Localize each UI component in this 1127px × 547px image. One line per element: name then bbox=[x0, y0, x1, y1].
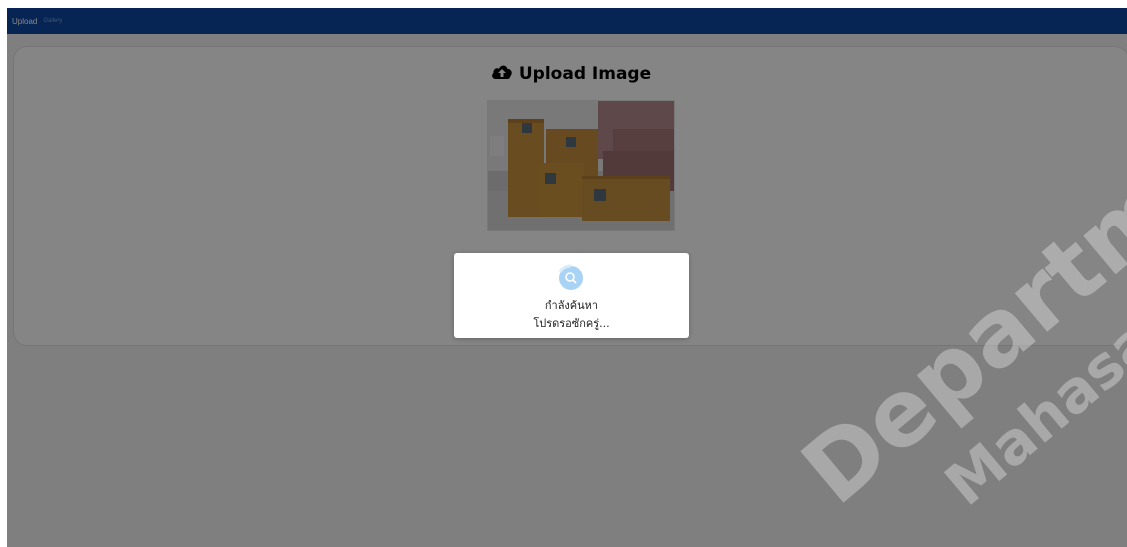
loading-dialog: กำลังค้นหา โปรดรอซักครู่... bbox=[454, 253, 689, 338]
loading-subtitle: โปรดรอซักครู่... bbox=[533, 317, 610, 330]
app-window: Upload Gallery Upload Image กำลังค้นหา โ… bbox=[7, 8, 1127, 547]
loading-title: กำลังค้นหา bbox=[544, 299, 599, 312]
search-spinner-icon bbox=[556, 263, 586, 293]
